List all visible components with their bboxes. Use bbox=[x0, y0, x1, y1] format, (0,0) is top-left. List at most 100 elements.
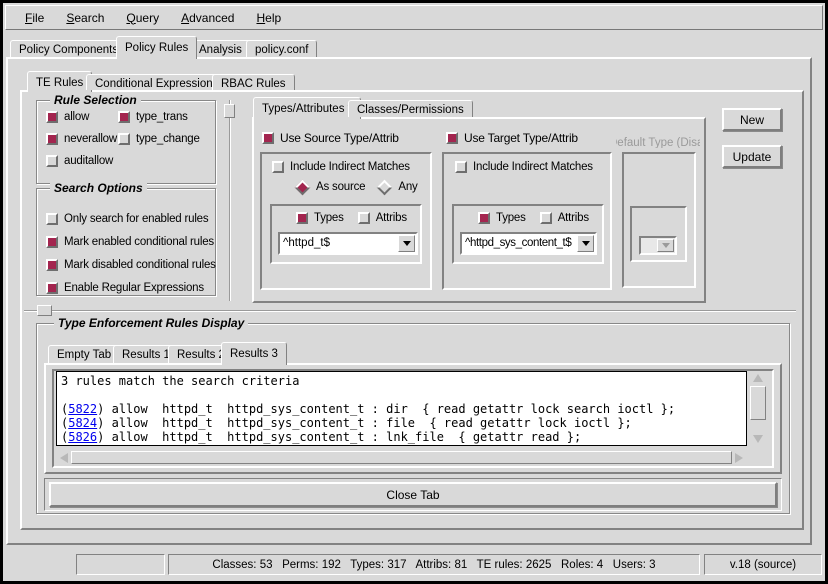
checkbox-indicator[interactable] bbox=[46, 259, 58, 271]
tab-policy-components[interactable]: Policy Components bbox=[10, 40, 127, 57]
checkbox-auditallow[interactable]: auditallow bbox=[46, 154, 113, 168]
tab-policy-conf[interactable]: policy.conf bbox=[246, 40, 317, 57]
radio-label[interactable]: Any bbox=[398, 181, 417, 193]
tab-te-rules[interactable]: TE Rules bbox=[27, 71, 92, 92]
checkbox-mark-disabled[interactable]: Mark disabled conditional rules bbox=[46, 258, 216, 272]
checkbox-label: type_trans bbox=[136, 111, 188, 123]
scroll-left-icon[interactable] bbox=[57, 453, 71, 463]
dropdown-arrow-icon bbox=[657, 239, 674, 252]
checkbox-indicator[interactable] bbox=[46, 282, 58, 294]
tab-empty-tab[interactable]: Empty Tab bbox=[48, 345, 120, 363]
status-stats-panel: Classes: 53 Perms: 192 Types: 317 Attrib… bbox=[168, 554, 700, 575]
source-type-value[interactable]: ^httpd_t$ bbox=[280, 234, 397, 253]
status-message-panel bbox=[76, 554, 165, 575]
default-type-combobox bbox=[639, 236, 677, 255]
checkbox-indicator[interactable] bbox=[46, 213, 58, 225]
target-type-combobox[interactable]: ^httpd_sys_content_t$ bbox=[460, 232, 597, 255]
default-type-label-clip: Default Type (Disabled) bbox=[616, 133, 700, 148]
tab-rbac-rules[interactable]: RBAC Rules bbox=[212, 74, 295, 90]
scroll-down-icon[interactable] bbox=[749, 432, 767, 446]
rule-number-link[interactable]: 5824 bbox=[68, 416, 97, 430]
checkbox-source-attribs[interactable] bbox=[358, 212, 370, 224]
search-options-title: Search Options bbox=[50, 181, 147, 195]
scroll-up-icon[interactable] bbox=[749, 371, 767, 385]
checkbox-label: Include Indirect Matches bbox=[290, 161, 410, 173]
checkbox-target-indirect[interactable]: Include Indirect Matches bbox=[455, 160, 593, 174]
rule-number-link[interactable]: 5822 bbox=[68, 402, 97, 416]
checkbox-indicator[interactable] bbox=[272, 161, 284, 173]
rule-line: (5826) allow httpd_t httpd_sys_content_t… bbox=[61, 430, 746, 444]
checkbox-use-target[interactable]: Use Target Type/Attrib bbox=[446, 131, 578, 145]
menu-file[interactable]: File bbox=[14, 11, 55, 25]
tab-classes-permissions[interactable]: Classes/Permissions bbox=[348, 100, 473, 117]
vertical-sash[interactable] bbox=[229, 100, 231, 301]
radio-label[interactable]: As source bbox=[316, 181, 365, 193]
tab-policy-rules[interactable]: Policy Rules bbox=[116, 36, 197, 59]
checkbox-source-indirect[interactable]: Include Indirect Matches bbox=[272, 160, 410, 174]
checkbox-target-types[interactable] bbox=[478, 212, 490, 224]
close-tab-button[interactable]: Close Tab bbox=[49, 482, 777, 507]
checkbox-label: Only search for enabled rules bbox=[64, 213, 208, 225]
checkbox-allow[interactable]: allow bbox=[46, 110, 89, 124]
rule-selection-title: Rule Selection bbox=[50, 93, 141, 107]
checkbox-indicator[interactable] bbox=[46, 155, 58, 167]
apol-window: File Search Query Advanced Help Policy C… bbox=[0, 0, 828, 584]
results-text-area[interactable]: 3 rules match the search criteria (5822)… bbox=[56, 371, 747, 446]
checkbox-indicator[interactable] bbox=[46, 236, 58, 248]
checkbox-indicator[interactable] bbox=[455, 161, 467, 173]
checkbox-label: neverallow bbox=[64, 133, 117, 145]
tab-types-attributes[interactable]: Types/Attributes * bbox=[253, 97, 361, 119]
new-button[interactable]: New bbox=[722, 108, 782, 131]
menu-search[interactable]: Search bbox=[55, 11, 115, 25]
radio-as-source[interactable] bbox=[295, 179, 311, 195]
checkbox-type-trans[interactable]: type_trans bbox=[118, 110, 188, 124]
scrollbar-thumb[interactable] bbox=[71, 451, 732, 464]
checkbox-label: allow bbox=[64, 111, 89, 123]
checkbox-label: Types bbox=[314, 212, 344, 224]
checkbox-mark-enabled[interactable]: Mark enabled conditional rules bbox=[46, 235, 214, 249]
update-button[interactable]: Update bbox=[722, 145, 782, 168]
checkbox-indicator[interactable] bbox=[118, 111, 130, 123]
checkbox-label: auditallow bbox=[64, 155, 113, 167]
rule-number-link[interactable]: 5826 bbox=[68, 430, 97, 444]
checkbox-indicator[interactable] bbox=[262, 132, 274, 144]
checkbox-enable-regex[interactable]: Enable Regular Expressions bbox=[46, 281, 204, 295]
menu-help[interactable]: Help bbox=[245, 11, 292, 25]
checkbox-neverallow[interactable]: neverallow bbox=[46, 132, 117, 146]
default-type-value bbox=[641, 238, 656, 253]
horizontal-scrollbar[interactable] bbox=[57, 450, 746, 465]
tab-results-3[interactable]: Results 3 bbox=[221, 342, 287, 365]
checkbox-source-types[interactable] bbox=[296, 212, 308, 224]
horizontal-sash[interactable] bbox=[24, 310, 796, 312]
menu-advanced[interactable]: Advanced bbox=[170, 11, 245, 25]
target-types-attribs-row: Types Attribs bbox=[478, 211, 589, 225]
checkbox-label: Attribs bbox=[376, 212, 407, 224]
status-version-panel: v.18 (source) bbox=[704, 554, 822, 575]
checkbox-indicator[interactable] bbox=[46, 111, 58, 123]
checkbox-use-source[interactable]: Use Source Type/Attrib bbox=[262, 131, 399, 145]
rule-line: (5824) allow httpd_t httpd_sys_content_t… bbox=[61, 416, 746, 430]
dropdown-arrow-icon[interactable] bbox=[577, 235, 594, 252]
checkbox-type-change[interactable]: type_change bbox=[118, 132, 200, 146]
horizontal-sash-grip[interactable] bbox=[37, 305, 52, 316]
checkbox-only-enabled[interactable]: Only search for enabled rules bbox=[46, 212, 208, 226]
checkbox-indicator[interactable] bbox=[118, 133, 130, 145]
checkbox-indicator[interactable] bbox=[46, 133, 58, 145]
checkbox-label: Use Source Type/Attrib bbox=[280, 131, 399, 145]
checkbox-indicator[interactable] bbox=[446, 132, 458, 144]
scroll-right-icon[interactable] bbox=[732, 453, 746, 463]
tab-conditional-expressions[interactable]: Conditional Expressions bbox=[86, 74, 227, 90]
checkbox-label: Enable Regular Expressions bbox=[64, 282, 204, 294]
checkbox-label: Include Indirect Matches bbox=[473, 161, 593, 173]
checkbox-target-attribs[interactable] bbox=[540, 212, 552, 224]
vertical-sash-grip[interactable] bbox=[224, 104, 235, 118]
vertical-scrollbar[interactable] bbox=[749, 371, 767, 446]
source-type-combobox[interactable]: ^httpd_t$ bbox=[278, 232, 418, 255]
menu-query[interactable]: Query bbox=[115, 11, 170, 25]
dropdown-arrow-icon[interactable] bbox=[398, 235, 415, 252]
target-type-value[interactable]: ^httpd_sys_content_t$ bbox=[462, 234, 576, 253]
scrollbar-thumb[interactable] bbox=[750, 386, 766, 420]
rule-line: (5822) allow httpd_t httpd_sys_content_t… bbox=[61, 402, 746, 416]
tab-analysis[interactable]: Analysis bbox=[190, 40, 251, 57]
radio-any[interactable] bbox=[377, 179, 393, 195]
